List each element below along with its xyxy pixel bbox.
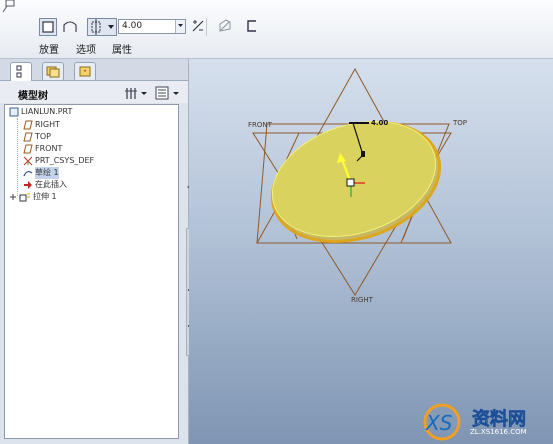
folder-browser-icon [46,66,60,78]
flip-direction-icon[interactable] [191,19,205,33]
favorites-icon [79,66,91,77]
model-tree-title: 模型树 [18,91,48,102]
extrude-dashboard: 4.00 放置 选项 属性 [0,0,553,59]
part-icon [9,107,19,117]
svg-text:资料网: 资料网 [472,408,526,430]
depth-type-dropdown[interactable] [87,18,117,36]
tab-folder-browser[interactable] [42,62,64,80]
watermark-site: ZL.XS1616.COM [470,428,527,436]
surface-icon [63,21,77,32]
options-tab[interactable]: 选项 [76,41,96,56]
corner-glyph-icon [2,0,15,13]
datum-plane-icon [23,120,33,130]
chevron-down-icon [178,24,183,27]
properties-tab[interactable]: 属性 [112,41,132,56]
model-tree-icon [16,65,22,78]
tree-settings-icon[interactable] [124,85,150,101]
remove-material-icon[interactable] [217,18,233,34]
solid-button[interactable] [39,18,57,36]
model-tree: LIANLUN.PRT RIGHT TOP FRONT PRT_CSYS_DEF… [4,104,179,439]
datum-plane-icon [23,144,33,154]
blind-depth-icon [91,19,114,35]
tab-model-tree[interactable] [10,62,32,81]
show-menu-icon[interactable] [154,85,182,101]
model-tree-header: 模型树 [0,81,188,103]
surface-button[interactable] [61,18,79,36]
extrude-icon [19,193,30,202]
plane-label-right: RIGHT [351,296,374,304]
solid-icon [42,21,54,33]
model-view: FRONT TOP RIGHT 4.00 [248,67,467,304]
datum-plane-icon [23,132,33,142]
tab-favorites[interactable] [74,62,96,80]
extrude-preview[interactable] [257,102,455,262]
svg-text:XS: XS [425,411,453,435]
navigator-panel: 模型树 LIANLUN.PRT RIGHT TOP FRONT PRT_CSYS… [0,59,189,444]
toolbar-separator [206,18,207,36]
navigator-tabs [0,59,188,81]
depth-dropdown-arrow[interactable] [175,20,185,33]
tree-connector [17,118,18,196]
csys-icon [23,156,33,166]
graphics-window[interactable]: FRONT TOP RIGHT 4.00 [189,59,553,444]
watermark-logo: XS 资料网 [423,403,526,441]
thicken-sketch-icon[interactable] [245,19,259,33]
plane-label-top: TOP [452,119,467,127]
plane-label-front: FRONT [248,121,273,129]
insert-arrow-icon [24,181,32,189]
expand-plus-icon[interactable] [9,193,17,201]
placement-tab[interactable]: 放置 [39,41,59,56]
depth-dimension-label[interactable]: 4.00 [371,119,388,127]
sketch-icon [23,170,33,177]
